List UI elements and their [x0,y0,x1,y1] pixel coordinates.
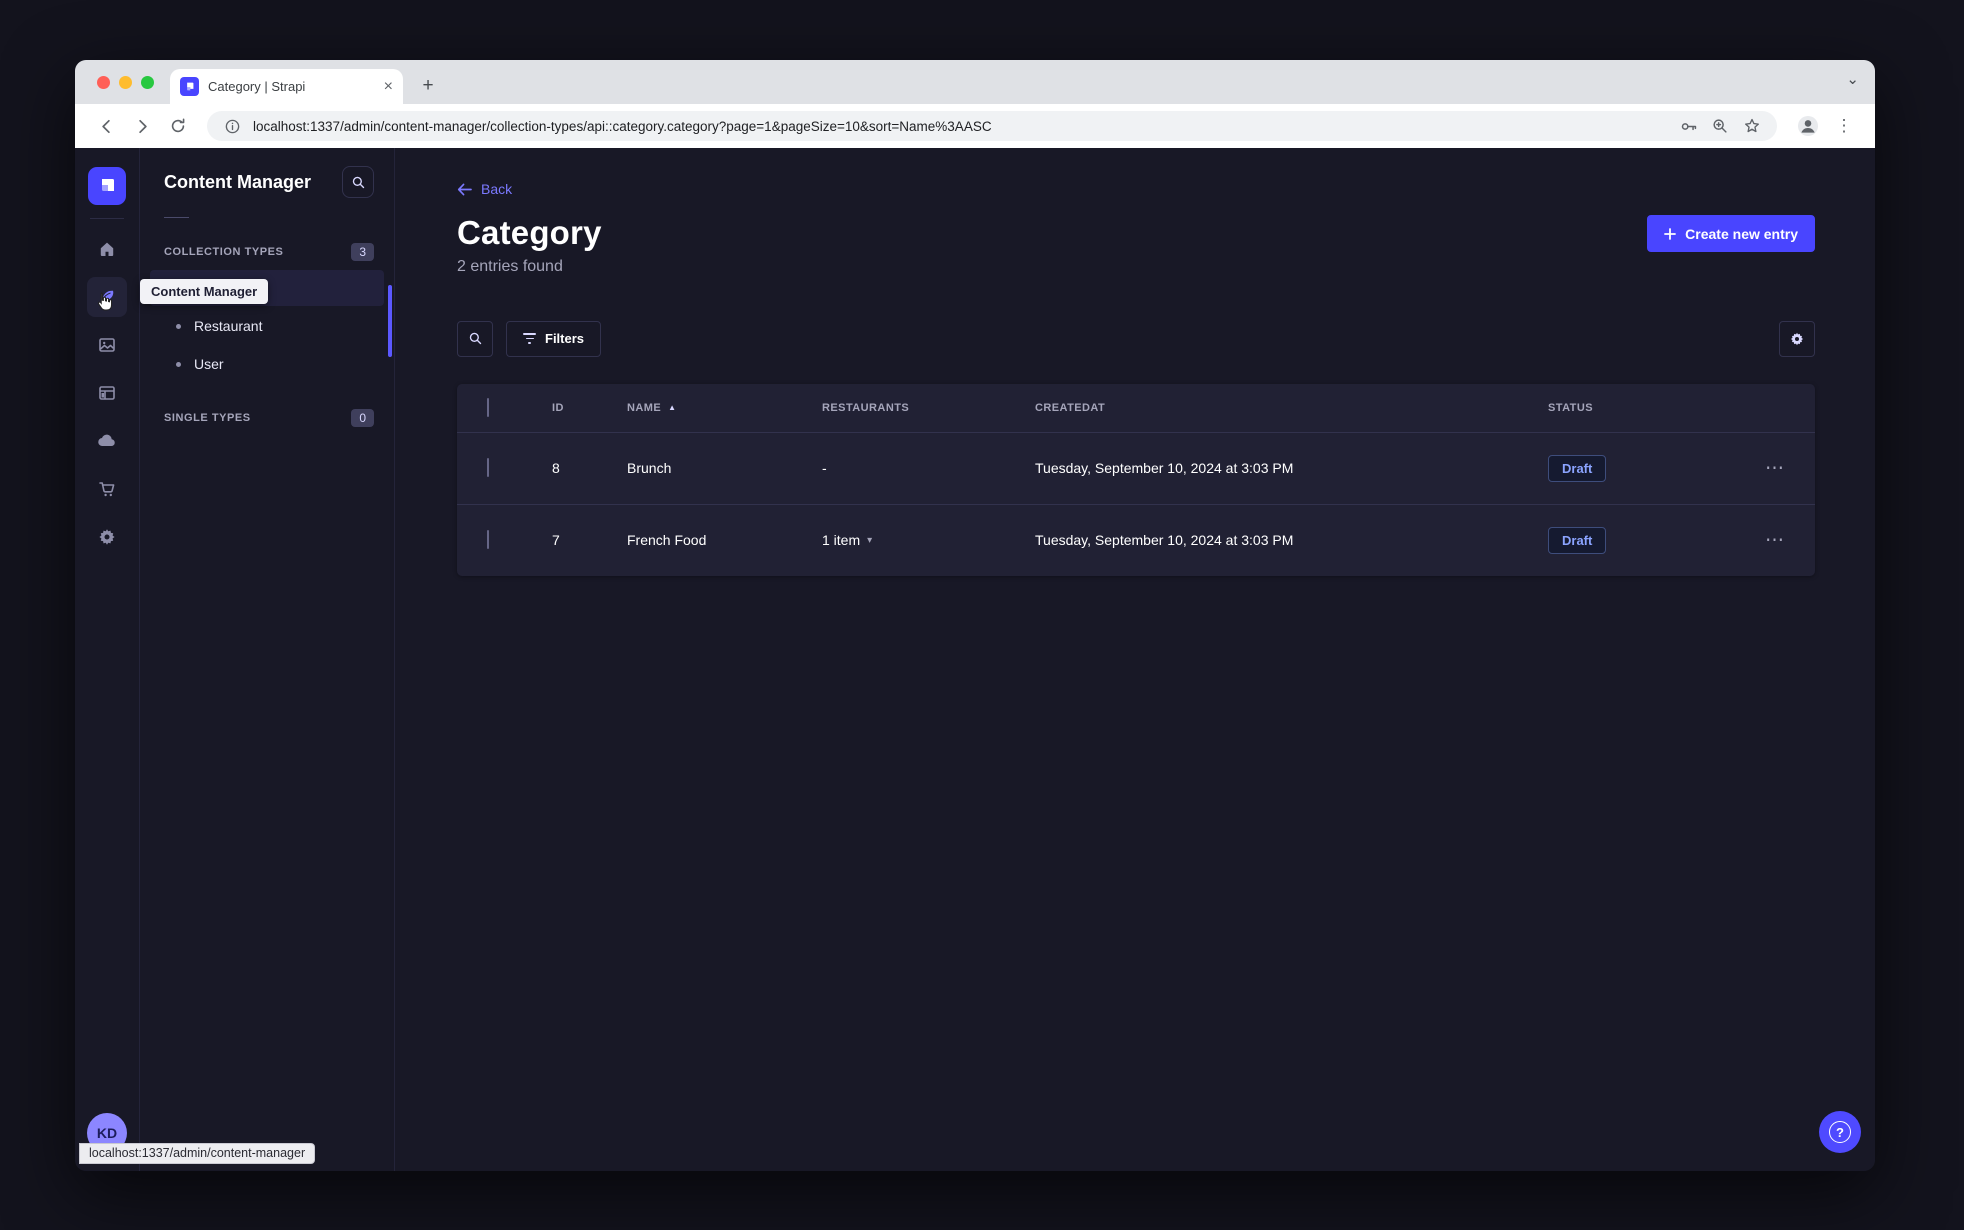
maximize-window-button[interactable] [141,76,154,89]
cell-restaurants: - [822,460,827,476]
question-mark-icon: ? [1829,1121,1851,1143]
browser-window: Category | Strapi × + ⌄ localhost:1337/a… [75,60,1875,1171]
subnav-item-restaurant[interactable]: Restaurant [150,308,384,344]
header-id[interactable]: ID [552,402,627,414]
table-row[interactable]: 8 Brunch - Tuesday, September 10, 2024 a… [457,431,1815,504]
select-all-checkbox[interactable] [487,397,489,417]
tab-title: Category | Strapi [208,79,306,94]
sidebar-item-media-library[interactable] [87,325,127,365]
status-badge: Draft [1548,454,1607,482]
reload-icon[interactable] [163,111,193,141]
subnav-item-user[interactable]: User [150,346,384,382]
cell-name: Brunch [627,460,672,476]
filter-icon [523,333,536,344]
subnav-scrollbar-thumb[interactable] [388,285,392,357]
url-text[interactable]: localhost:1337/admin/content-manager/col… [253,119,1667,134]
row-actions-menu[interactable]: ⋯ [1735,529,1815,552]
row-checkbox[interactable] [487,458,489,477]
sidebar-item-content-type-builder[interactable] [87,373,127,413]
browser-toolbar: localhost:1337/admin/content-manager/col… [75,104,1875,148]
cell-name: French Food [627,532,707,548]
cell-restaurants[interactable]: 1 item ▾ [822,532,1035,548]
view-settings-button[interactable] [1779,320,1815,357]
forward-nav-icon[interactable] [127,111,157,141]
browser-tab-bar: Category | Strapi × + ⌄ [75,60,1875,104]
rail-divider [90,218,124,219]
create-new-entry-button[interactable]: Create new entry [1647,215,1815,252]
subnav-item-label: Restaurant [194,318,263,334]
entries-table: ID NAME ▲ RESTAURANTS CREATEDAT STATUS 8 … [457,383,1815,576]
bullet-icon [176,323,181,329]
browser-tab-category[interactable]: Category | Strapi × [170,69,403,104]
url-bar[interactable]: localhost:1337/admin/content-manager/col… [207,111,1777,141]
sidebar-item-marketplace[interactable] [87,469,127,509]
back-label: Back [481,181,513,197]
window-controls [97,76,154,89]
section-collection-types-label: COLLECTION TYPES [164,246,284,258]
cell-id: 7 [552,532,560,548]
row-checkbox[interactable] [487,530,489,549]
sidebar-item-home[interactable] [87,229,127,269]
tab-search-chevron-icon[interactable]: ⌄ [1846,70,1859,88]
create-new-entry-label: Create new entry [1685,225,1798,242]
back-link[interactable]: Back [457,181,512,197]
profile-avatar-icon[interactable] [1793,111,1823,141]
cell-id: 8 [552,460,560,476]
back-nav-icon[interactable] [91,111,121,141]
collection-types-count-badge: 3 [351,243,374,261]
gear-icon [1790,332,1804,345]
subnav-search-button[interactable] [342,166,374,198]
header-name[interactable]: NAME ▲ [627,402,822,414]
sidebar-item-settings[interactable] [87,517,127,557]
strapi-favicon-icon [180,77,199,96]
link-status-tooltip: localhost:1337/admin/content-manager [79,1143,316,1164]
status-badge: Draft [1548,526,1607,554]
strapi-app: KD Content Manager COLLECTION TYPES 3 Ca… [75,148,1875,1171]
sidebar-item-deploy-cloud[interactable] [87,421,127,461]
close-window-button[interactable] [97,76,110,89]
strapi-logo-icon[interactable] [88,167,126,205]
minimize-window-button[interactable] [119,76,132,89]
search-icon [469,332,481,345]
page-title: Category [457,213,602,251]
tab-close-icon[interactable]: × [384,78,393,95]
site-info-icon[interactable] [221,115,243,137]
table-header-row: ID NAME ▲ RESTAURANTS CREATEDAT STATUS [457,384,1815,432]
table-search-button[interactable] [457,320,493,357]
new-tab-button[interactable]: + [413,71,443,101]
subnav-title: Content Manager [164,171,312,192]
bookmark-star-icon[interactable] [1741,115,1763,137]
filters-label: Filters [545,331,585,346]
entries-count: 2 entries found [457,257,563,275]
bullet-icon [176,361,181,367]
table-row[interactable]: 7 French Food 1 item ▾ Tuesday, September… [457,503,1815,576]
plus-icon [1664,227,1677,240]
header-status[interactable]: STATUS [1548,402,1735,414]
cell-createdat: Tuesday, September 10, 2024 at 3:03 PM [1035,532,1294,548]
sort-asc-icon: ▲ [668,403,677,412]
help-button[interactable]: ? [1819,1111,1861,1153]
main-content: Back Category 2 entries found Create new… [395,148,1875,1171]
password-key-icon[interactable] [1677,115,1699,137]
row-actions-menu[interactable]: ⋯ [1735,457,1815,480]
subnav-divider [164,217,189,218]
content-manager-tooltip: Content Manager [140,279,269,304]
section-single-types-label: SINGLE TYPES [164,412,251,424]
zoom-icon[interactable] [1709,115,1731,137]
single-types-count-badge: 0 [351,409,374,427]
mouse-cursor-icon [94,291,113,312]
filters-button[interactable]: Filters [506,320,602,357]
browser-menu-icon[interactable]: ⋮ [1829,111,1859,141]
header-restaurants[interactable]: RESTAURANTS [822,402,1035,414]
subnav-item-label: User [194,356,224,372]
cell-createdat: Tuesday, September 10, 2024 at 3:03 PM [1035,460,1294,476]
chevron-down-icon: ▾ [867,534,873,546]
filters-row: Filters [457,320,1815,357]
header-createdat[interactable]: CREATEDAT [1035,402,1548,414]
